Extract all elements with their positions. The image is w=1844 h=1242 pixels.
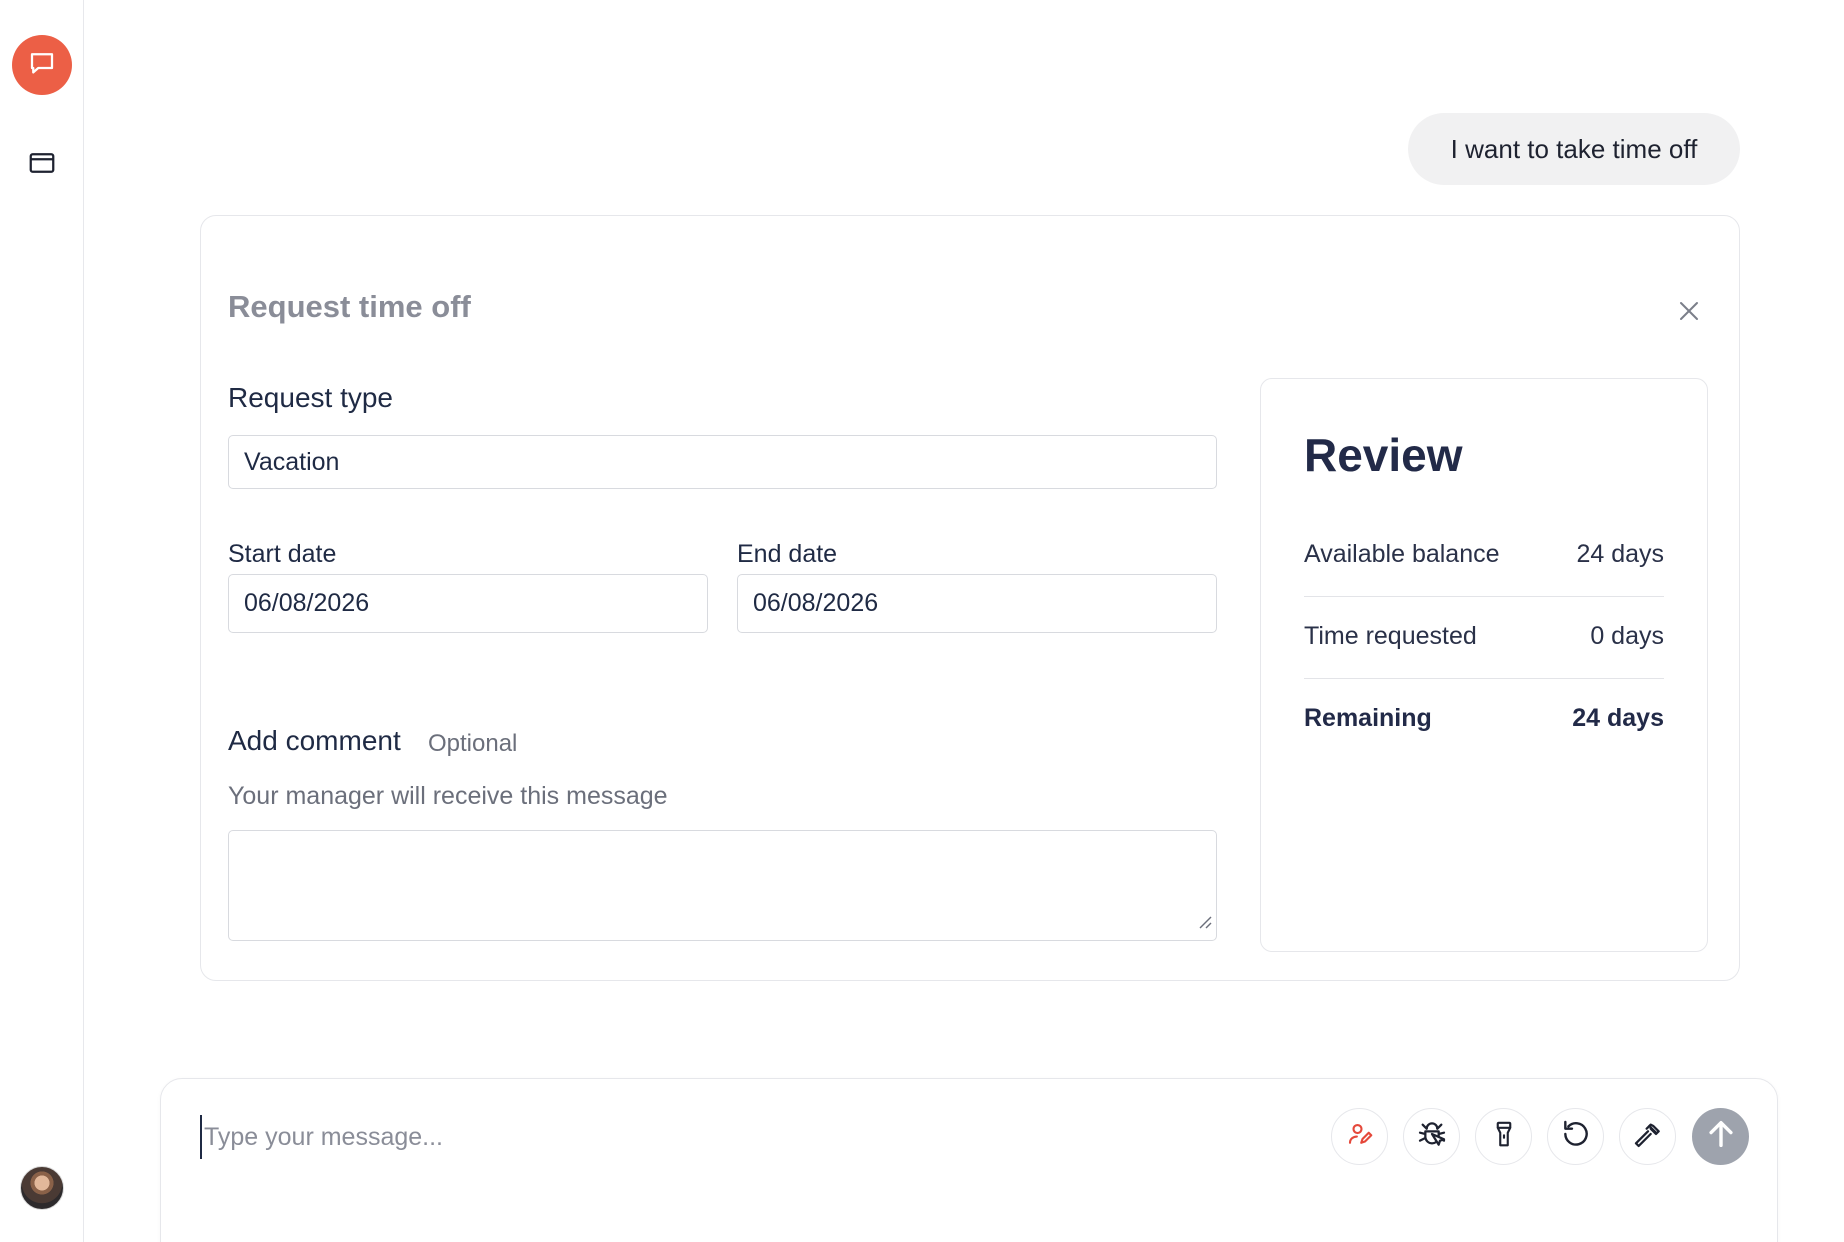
request-type-value: Vacation: [244, 447, 340, 476]
review-title: Review: [1304, 429, 1463, 481]
review-divider: [1304, 596, 1664, 597]
undo-icon: [1560, 1118, 1592, 1155]
avatar[interactable]: [20, 1166, 64, 1210]
flashlight-icon: [1489, 1119, 1519, 1154]
message-composer: [160, 1078, 1778, 1242]
browser-window-icon: [27, 148, 57, 183]
end-date-value: 06/08/2026: [753, 589, 879, 617]
app-root: I want to take time off Request time off…: [0, 0, 1844, 1242]
resize-handle-icon[interactable]: [1197, 908, 1213, 937]
arrow-up-icon: [1704, 1117, 1738, 1156]
review-row-value: 0 days: [1590, 622, 1664, 650]
review-divider: [1304, 678, 1664, 679]
send-button[interactable]: [1692, 1108, 1749, 1165]
review-row-label: Remaining: [1304, 704, 1432, 732]
review-row-value: 24 days: [1576, 540, 1664, 568]
comment-optional-tag: Optional: [428, 730, 518, 757]
close-icon: [1677, 299, 1701, 328]
review-row-label: Time requested: [1304, 622, 1477, 650]
sidebar-item-chat[interactable]: [12, 35, 72, 95]
review-row-requested: Time requested 0 days: [1304, 622, 1664, 662]
end-date-label: End date: [737, 540, 838, 568]
message-input[interactable]: [200, 1115, 1300, 1159]
flashlight-button[interactable]: [1475, 1108, 1532, 1165]
user-edit-button[interactable]: [1331, 1108, 1388, 1165]
user-edit-icon: [1345, 1119, 1375, 1154]
user-message-bubble: I want to take time off: [1408, 113, 1740, 185]
start-date-value: 06/08/2026: [244, 589, 370, 617]
sidebar: [0, 0, 84, 1242]
start-date-label: Start date: [228, 540, 337, 568]
comment-textarea[interactable]: [228, 830, 1217, 941]
comment-helper-text: Your manager will receive this message: [228, 782, 668, 810]
comment-label: Add comment: [228, 725, 401, 756]
undo-button[interactable]: [1547, 1108, 1604, 1165]
bug-icon: [1416, 1118, 1448, 1155]
hammer-icon: [1632, 1118, 1664, 1155]
review-row-available: Available balance 24 days: [1304, 540, 1664, 580]
review-row-label: Available balance: [1304, 540, 1500, 568]
end-date-field[interactable]: 06/08/2026: [737, 574, 1217, 633]
card-title: Request time off: [228, 289, 471, 324]
start-date-field[interactable]: 06/08/2026: [228, 574, 708, 633]
hammer-button[interactable]: [1619, 1108, 1676, 1165]
request-type-select[interactable]: Vacation: [228, 435, 1217, 489]
bug-button[interactable]: [1403, 1108, 1460, 1165]
request-type-label: Request type: [228, 382, 393, 413]
review-row-remaining: Remaining 24 days: [1304, 704, 1664, 744]
sidebar-item-browser[interactable]: [12, 135, 72, 195]
chat-bubble-icon: [27, 48, 57, 83]
review-row-value: 24 days: [1572, 704, 1664, 732]
close-button[interactable]: [1672, 296, 1706, 330]
